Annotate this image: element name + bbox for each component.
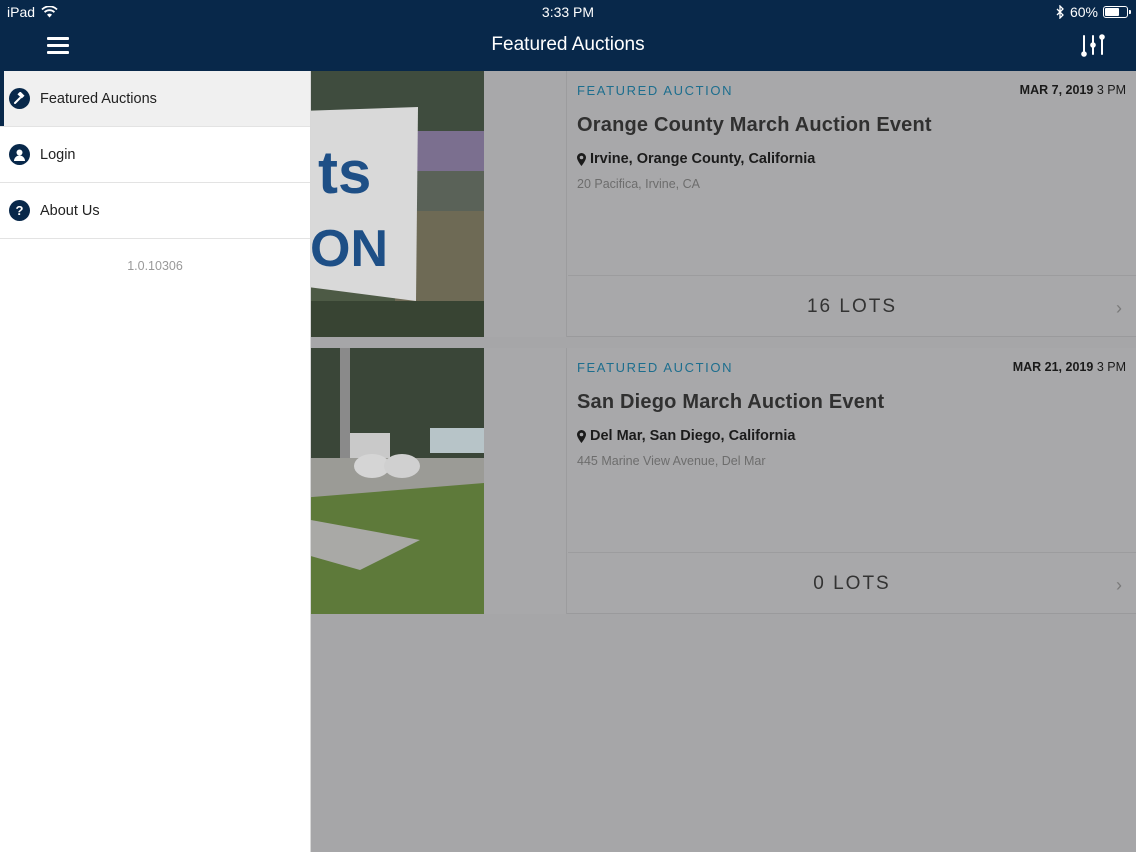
drawer-item-label: About Us: [40, 202, 100, 219]
chevron-right-icon: ›: [1116, 575, 1122, 595]
location-pin-icon: [577, 429, 586, 443]
auction-address: 20 Pacifica, Irvine, CA: [577, 177, 700, 191]
drawer-item-label: Login: [40, 146, 76, 163]
auction-date: MAR 21, 2019 3 PM: [1012, 360, 1126, 374]
drawer-item-featured-auctions[interactable]: Featured Auctions: [0, 71, 310, 127]
auction-title[interactable]: San Diego March Auction Event: [577, 391, 1126, 414]
filter-icon[interactable]: [1080, 32, 1108, 60]
lots-button[interactable]: 16 LOTS ›: [568, 275, 1136, 337]
auction-date: MAR 7, 2019 3 PM: [1019, 83, 1126, 97]
lots-button[interactable]: 0 LOTS ›: [568, 552, 1136, 614]
bluetooth-icon: [1056, 5, 1064, 19]
status-bar: iPad 3:33 PM 60%: [0, 0, 1136, 22]
location-pin-icon: [577, 152, 586, 166]
app-version: 1.0.10306: [127, 259, 183, 273]
drawer-item-about-us[interactable]: ? About Us: [0, 183, 310, 239]
page-title: Featured Auctions: [491, 34, 645, 55]
question-icon: ?: [9, 200, 30, 221]
side-drawer: Featured Auctions Login ? About Us 1.0.1…: [0, 71, 311, 852]
status-time: 3:33 PM: [541, 4, 595, 20]
lots-count: 0 LOTS: [813, 572, 891, 594]
chevron-right-icon: ›: [1116, 298, 1122, 318]
user-icon: [9, 144, 30, 165]
sign-text-2: ON: [310, 220, 388, 278]
battery-percent: 60%: [1069, 4, 1098, 20]
drawer-item-login[interactable]: Login: [0, 127, 310, 183]
sign-text: ts: [318, 139, 371, 206]
auction-title[interactable]: Orange County March Auction Event: [577, 114, 1126, 137]
battery-icon: [1103, 6, 1131, 18]
lots-count: 16 LOTS: [806, 295, 898, 317]
auction-location: Del Mar, San Diego, California: [577, 428, 1126, 444]
auction-location: Irvine, Orange County, California: [577, 151, 1126, 167]
drawer-item-label: Featured Auctions: [40, 90, 157, 107]
gavel-icon: [9, 88, 30, 109]
auction-address: 445 Marine View Avenue, Del Mar: [577, 454, 766, 468]
top-bar: iPad 3:33 PM 60% Featured Auctions: [0, 0, 1136, 71]
